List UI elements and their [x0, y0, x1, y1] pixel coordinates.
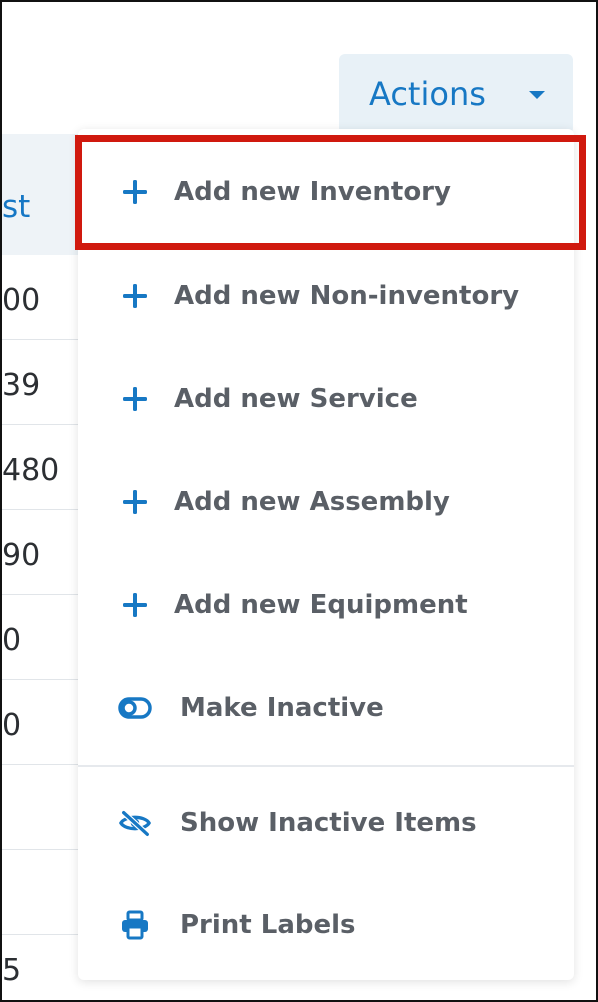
actions-label: Actions [369, 75, 486, 113]
toggle-icon [118, 691, 152, 725]
caret-down-icon [529, 91, 545, 99]
menu-item-add-new-equipment[interactable]: Add new Equipment [78, 565, 574, 645]
menu-item-label: Make Inactive [180, 693, 384, 723]
table-cell: 00 [2, 283, 41, 318]
table-cell: 90 [2, 538, 41, 573]
menu-item-print-labels[interactable]: Print Labels [78, 885, 574, 965]
app-frame: st 00 39 480 90 0 0 5 Actions Add new In… [0, 0, 598, 1002]
plus-icon [118, 382, 152, 416]
menu-item-label: Print Labels [180, 910, 356, 940]
actions-button[interactable]: Actions [339, 54, 573, 134]
menu-item-label: Add new Service [174, 384, 418, 414]
menu-item-make-inactive[interactable]: Make Inactive [78, 668, 574, 748]
table-cell: 0 [2, 708, 22, 743]
menu-divider [78, 765, 574, 767]
menu-item-label: Add new Inventory [174, 177, 451, 207]
table-cell: 39 [2, 368, 41, 403]
table-cell: 480 [2, 453, 60, 488]
menu-item-label: Add new Equipment [174, 590, 468, 620]
menu-item-add-new-inventory[interactable]: Add new Inventory [78, 152, 574, 232]
menu-item-add-new-non-inventory[interactable]: Add new Non-inventory [78, 256, 574, 336]
table-cell: 5 [2, 953, 22, 988]
menu-item-label: Show Inactive Items [180, 808, 477, 838]
column-header-cost[interactable]: st [2, 189, 30, 225]
eye-slash-icon [118, 806, 152, 840]
plus-icon [118, 485, 152, 519]
printer-icon [118, 908, 152, 942]
plus-icon [118, 175, 152, 209]
table-cell: 0 [2, 623, 22, 658]
plus-icon [118, 588, 152, 622]
menu-item-show-inactive-items[interactable]: Show Inactive Items [78, 783, 574, 863]
menu-item-add-new-assembly[interactable]: Add new Assembly [78, 462, 574, 542]
menu-item-add-new-service[interactable]: Add new Service [78, 359, 574, 439]
actions-dropdown-menu: Add new Inventory Add new Non-inventory … [78, 129, 574, 980]
menu-item-label: Add new Assembly [174, 487, 450, 517]
plus-icon [118, 279, 152, 313]
menu-item-label: Add new Non-inventory [174, 281, 520, 311]
